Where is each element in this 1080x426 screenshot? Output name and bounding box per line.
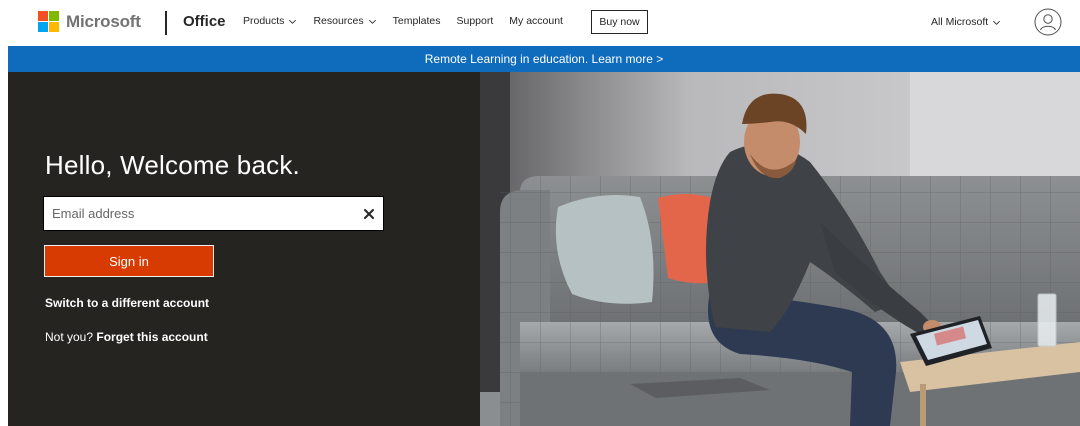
nav-resources[interactable]: Resources: [313, 15, 376, 27]
office-home-link[interactable]: Office: [183, 13, 226, 30]
nav-support[interactable]: Support: [457, 15, 494, 27]
nav-templates[interactable]: Templates: [393, 15, 441, 27]
remote-learning-link[interactable]: Remote Learning in education. Learn more…: [425, 52, 663, 66]
not-you-label: Not you?: [45, 330, 94, 344]
microsoft-logo[interactable]: Microsoft: [38, 11, 141, 32]
chevron-down-icon: [993, 20, 1001, 25]
page-title: Hello, Welcome back.: [45, 150, 300, 180]
microsoft-wordmark: Microsoft: [66, 11, 141, 31]
signin-panel: Hello, Welcome back. Sign in Switch to a…: [8, 72, 480, 426]
email-field[interactable]: [46, 199, 381, 228]
nav-my-account[interactable]: My account: [509, 15, 563, 27]
forget-account-link[interactable]: Forget this account: [96, 330, 207, 344]
header-nav: Products Resources Templates Support My …: [243, 15, 579, 27]
hero-photo: [480, 72, 1080, 426]
all-microsoft-menu[interactable]: All Microsoft: [931, 16, 1001, 28]
chevron-down-icon: [368, 19, 376, 24]
close-icon[interactable]: [363, 208, 375, 220]
switch-account-link[interactable]: Switch to a different account: [45, 296, 209, 310]
header-divider: [165, 11, 167, 35]
not-you-line: Not you? Forget this account: [45, 330, 208, 344]
sign-in-button[interactable]: Sign in: [44, 245, 214, 277]
hero-section: Hello, Welcome back. Sign in Switch to a…: [8, 72, 1080, 426]
chevron-down-icon: [289, 19, 297, 24]
user-avatar-icon[interactable]: [1034, 8, 1062, 36]
microsoft-logo-icon: [38, 11, 59, 32]
nav-products[interactable]: Products: [243, 15, 297, 27]
top-header: Microsoft Office Products Resources Temp…: [0, 0, 1080, 46]
promo-banner: Remote Learning in education. Learn more…: [8, 46, 1080, 72]
all-microsoft-label: All Microsoft: [931, 16, 989, 28]
nav-products-label: Products: [243, 15, 285, 27]
nav-resources-label: Resources: [313, 15, 364, 27]
email-field-wrapper: [43, 196, 384, 231]
buy-now-button[interactable]: Buy now: [591, 10, 648, 34]
